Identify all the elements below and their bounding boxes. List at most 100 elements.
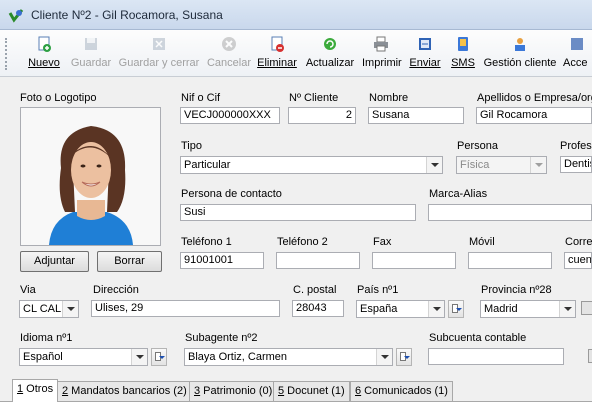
subagent-select-value: Blaya Ortiz, Carmen bbox=[188, 351, 288, 363]
window-title: Cliente Nº2 - Gil Rocamora, Susana bbox=[31, 8, 223, 22]
new-document-icon bbox=[38, 36, 51, 52]
chevron-down-icon[interactable] bbox=[428, 301, 444, 317]
alias-field[interactable] bbox=[428, 204, 592, 221]
send-icon bbox=[419, 38, 431, 50]
province-select[interactable]: Madrid bbox=[480, 300, 576, 318]
email-label: Corre bbox=[565, 236, 592, 248]
tab-comunicados-label: Comunicados (1) bbox=[361, 385, 448, 397]
chevron-down-icon[interactable] bbox=[426, 157, 442, 173]
window-titlebar: Cliente Nº2 - Gil Rocamora, Susana bbox=[0, 0, 592, 30]
chevron-down-icon bbox=[530, 157, 546, 173]
access-icon bbox=[571, 38, 583, 50]
new-button[interactable]: Nuevo bbox=[25, 36, 63, 72]
phone1-field[interactable]: 91001001 bbox=[180, 252, 264, 269]
person-type-label: Persona bbox=[457, 140, 498, 152]
mobile-field[interactable] bbox=[468, 252, 552, 269]
surname-field[interactable]: Gil Rocamora bbox=[476, 107, 592, 124]
tab-otros[interactable]: 1 Otros bbox=[12, 379, 59, 402]
save-button[interactable]: Guardar bbox=[69, 36, 113, 72]
printer-icon bbox=[374, 36, 388, 52]
delete-document-icon bbox=[271, 36, 284, 52]
client-photo bbox=[20, 107, 161, 246]
province-lookup-button[interactable] bbox=[581, 301, 592, 315]
country-lookup-button[interactable] bbox=[448, 300, 464, 318]
tab-mandatos[interactable]: 2 Mandatos bancarios (2) bbox=[57, 381, 192, 401]
subaccount-label: Subcuenta contable bbox=[429, 332, 527, 344]
postal-code-field[interactable]: 28043 bbox=[292, 300, 344, 317]
province-select-value: Madrid bbox=[484, 303, 518, 315]
client-number-field[interactable]: 2 bbox=[288, 107, 356, 124]
chevron-down-icon[interactable] bbox=[376, 349, 392, 365]
print-button[interactable]: Imprimir bbox=[362, 36, 402, 72]
nif-label: Nif o Cif bbox=[181, 92, 221, 104]
toolbar-grip[interactable] bbox=[5, 38, 10, 70]
subagent-select[interactable]: Blaya Ortiz, Carmen bbox=[184, 348, 393, 366]
phone1-label: Teléfono 1 bbox=[181, 236, 232, 248]
country-label: País nº1 bbox=[357, 284, 399, 296]
contact-label: Persona de contacto bbox=[181, 188, 282, 200]
subaccount-field[interactable] bbox=[428, 348, 564, 365]
tab-patrimonio[interactable]: 3 Patrimonio (0) bbox=[189, 381, 278, 401]
profession-label: Profesi bbox=[560, 140, 592, 152]
type-label: Tipo bbox=[181, 140, 202, 152]
chevron-down-icon[interactable] bbox=[559, 301, 575, 317]
refresh-button[interactable]: Actualizar bbox=[304, 36, 356, 72]
tab-comunicados[interactable]: 6 Comunicados (1) bbox=[350, 381, 453, 401]
profession-field[interactable]: Dentis bbox=[560, 156, 592, 173]
address-field[interactable]: Ulises, 29 bbox=[91, 300, 280, 317]
chevron-down-icon[interactable] bbox=[62, 301, 78, 317]
tab-docunet[interactable]: 5 Docunet (1) bbox=[273, 381, 350, 401]
attach-photo-button[interactable]: Adjuntar bbox=[20, 251, 89, 272]
via-select[interactable]: CL CAL bbox=[19, 300, 79, 318]
contact-field[interactable]: Susi bbox=[180, 204, 416, 221]
type-select-value: Particular bbox=[184, 159, 231, 171]
phone2-field[interactable] bbox=[276, 252, 360, 269]
tab-mandatos-label: Mandatos bancarios (2) bbox=[68, 385, 187, 397]
client-number-label: Nº Cliente bbox=[289, 92, 339, 104]
via-label: Via bbox=[20, 284, 36, 296]
cancel-button[interactable]: Cancelar bbox=[206, 36, 252, 72]
subagent-lookup-button[interactable] bbox=[396, 348, 412, 366]
via-select-value: CL CAL bbox=[23, 303, 62, 315]
tab-otros-label: Otros bbox=[23, 383, 54, 395]
country-select[interactable]: España bbox=[356, 300, 445, 318]
mobile-label: Móvil bbox=[469, 236, 495, 248]
country-select-value: España bbox=[360, 303, 398, 315]
fax-field[interactable] bbox=[372, 252, 456, 269]
tab-patrimonio-label: Patrimonio (0) bbox=[200, 385, 273, 397]
name-label: Nombre bbox=[369, 92, 409, 104]
client-management-icon bbox=[515, 38, 525, 51]
language-select[interactable]: Español bbox=[19, 348, 148, 366]
address-label: Dirección bbox=[93, 284, 139, 296]
province-label: Provincia nº28 bbox=[481, 284, 552, 296]
client-management-button[interactable]: Gestión cliente bbox=[483, 36, 557, 72]
phone2-label: Teléfono 2 bbox=[277, 236, 328, 248]
surname-label: Apellidos o Empresa/org bbox=[477, 92, 592, 104]
sms-button-label: SMS bbox=[451, 57, 475, 69]
side-control-fragment[interactable] bbox=[588, 349, 592, 363]
postal-code-label: C. postal bbox=[293, 284, 337, 296]
save-close-button[interactable]: Guardar y cerrar bbox=[118, 36, 200, 72]
cancel-button-label: Cancelar bbox=[206, 57, 252, 69]
person-type-value: Física bbox=[460, 159, 490, 171]
send-button[interactable]: Enviar bbox=[407, 36, 443, 72]
access-button-label: Acce bbox=[563, 57, 588, 69]
delete-photo-button[interactable]: Borrar bbox=[97, 251, 162, 272]
person-type-select: Física bbox=[456, 156, 547, 174]
sms-button[interactable]: SMS bbox=[449, 36, 477, 72]
access-button[interactable]: Acce bbox=[563, 36, 592, 72]
photo-image bbox=[21, 108, 160, 245]
delete-button[interactable]: Eliminar bbox=[257, 36, 297, 72]
alias-label: Marca-Alias bbox=[429, 188, 488, 200]
language-lookup-button[interactable] bbox=[151, 348, 167, 366]
name-field[interactable]: Susana bbox=[368, 107, 464, 124]
save-button-label: Guardar bbox=[70, 57, 112, 69]
print-button-label: Imprimir bbox=[362, 57, 402, 69]
chevron-down-icon[interactable] bbox=[131, 349, 147, 365]
save-close-button-label: Guardar y cerrar bbox=[118, 57, 200, 69]
nif-field[interactable]: VECJ000000XXX bbox=[180, 107, 280, 124]
email-field[interactable]: cuen bbox=[564, 252, 592, 269]
language-select-value: Español bbox=[23, 351, 63, 363]
save-icon bbox=[85, 38, 97, 50]
type-select[interactable]: Particular bbox=[180, 156, 443, 174]
